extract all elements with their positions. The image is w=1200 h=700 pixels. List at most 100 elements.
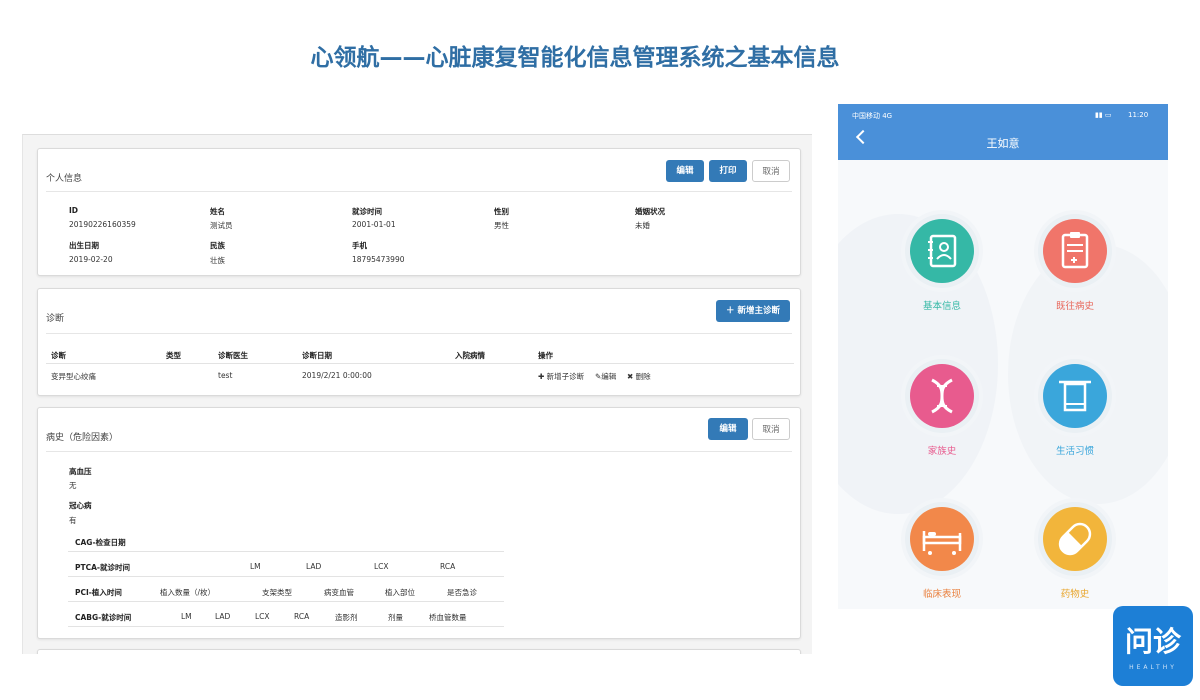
next-card: [37, 649, 801, 654]
phone-header: 中国移动 4G ▮▮ ▭ 11:20 王如意: [838, 104, 1168, 160]
cabg-col: RCA: [294, 612, 310, 621]
cabg-col: LAD: [215, 612, 231, 621]
pci-col: 植入部位: [385, 588, 415, 597]
app-logo: 问诊 HEALTHY: [1113, 606, 1193, 686]
ptca-col: LCX: [374, 562, 389, 571]
divider: [46, 333, 792, 334]
hypertension-value: 无: [69, 481, 77, 490]
row-line: [68, 626, 504, 627]
tile-basic-info[interactable]: 基本信息: [895, 214, 985, 324]
col-type: 类型: [166, 351, 181, 360]
diagnosis-card: 诊断 ＋ 新增主诊断 诊断 类型 诊断医生 诊断日期 入院病情 操作 变异型心绞…: [37, 288, 801, 396]
cabg-col: 剂量: [388, 613, 403, 622]
row-diagnosis: 变异型心绞痛: [51, 372, 96, 381]
cabg-col: LM: [181, 612, 192, 621]
phone-label: 手机: [352, 241, 367, 250]
page-title: 心领航——心脏康复智能化信息管理系统之基本信息: [310, 45, 840, 71]
tile-label: 药物史: [1060, 589, 1090, 600]
tile-past-history[interactable]: 既往病史: [1028, 214, 1118, 324]
edit-diagnosis-link[interactable]: ✎编辑: [595, 371, 616, 382]
signal-battery-icon: ▮▮ ▭: [1095, 111, 1112, 119]
cabg-col: LCX: [255, 612, 270, 621]
phone-value: 18795473990: [352, 255, 405, 264]
ethnicity-label: 民族: [210, 241, 225, 250]
ptca-col: LAD: [306, 562, 322, 571]
personal-info-card: 个人信息 编辑 打印 取消 ID 20190226160359 姓名 测试员 就…: [37, 148, 801, 276]
diagnosis-title: 诊断: [46, 314, 65, 324]
ptca-label: PTCA-就诊时间: [75, 563, 131, 572]
web-panel: 个人信息 编辑 打印 取消 ID 20190226160359 姓名 测试员 就…: [22, 134, 812, 654]
cabg-label: CABG-就诊时间: [75, 613, 132, 622]
visit-time-label: 就诊时间: [352, 207, 382, 216]
clipboard-icon: [1043, 219, 1107, 283]
divider: [46, 191, 792, 192]
tile-label: 基本信息: [922, 301, 961, 312]
id-label: ID: [69, 206, 79, 215]
tile-lifestyle[interactable]: 生活习惯: [1028, 359, 1118, 469]
tile-drug-history[interactable]: 药物史: [1028, 502, 1118, 609]
id-value: 20190226160359: [69, 220, 136, 229]
history-cancel-button[interactable]: 取消: [752, 418, 790, 440]
cancel-button[interactable]: 取消: [752, 160, 790, 182]
pci-col: 植入数量（/枚）: [160, 588, 216, 597]
plus-icon: ＋: [726, 306, 738, 316]
pci-col: 支架类型: [262, 588, 292, 597]
towel-icon: [1043, 364, 1107, 428]
delete-diagnosis-link[interactable]: ✖ 删除: [627, 371, 651, 382]
col-doctor: 诊断医生: [218, 351, 248, 360]
row-date: 2019/2/21 0:00:00: [302, 371, 372, 380]
name-value: 测试员: [210, 221, 233, 230]
table-header-line: [46, 363, 794, 364]
name-label: 姓名: [210, 207, 225, 216]
cag-label: CAG-检查日期: [75, 538, 126, 547]
divider: [46, 451, 792, 452]
add-main-diagnosis-label: 新增主诊断: [737, 306, 780, 316]
patient-name: 王如意: [986, 137, 1020, 150]
icon-ring: [905, 502, 979, 576]
gender-value: 男性: [494, 221, 509, 230]
col-actions: 操作: [538, 351, 553, 360]
icon-ring: [1038, 214, 1112, 288]
icon-ring: [1038, 359, 1112, 433]
row-line: [68, 601, 504, 602]
visit-time-value: 2001-01-01: [352, 220, 396, 229]
add-sub-label: 新增子诊断: [546, 372, 585, 381]
tile-label: 生活习惯: [1055, 446, 1094, 457]
row-line: [68, 576, 504, 577]
pci-col: 病变血管: [324, 588, 354, 597]
carrier: 中国移动 4G: [852, 112, 893, 120]
print-button[interactable]: 打印: [709, 160, 747, 182]
edit-label: 编辑: [601, 372, 617, 381]
delete-label: 删除: [635, 372, 651, 381]
tile-label: 家族史: [927, 446, 957, 457]
gender-label: 性别: [494, 207, 509, 216]
dna-icon: [910, 364, 974, 428]
cabg-col: 造影剂: [335, 613, 358, 622]
history-edit-button[interactable]: 编辑: [708, 418, 748, 440]
tile-label: 临床表现: [922, 589, 961, 600]
tile-clinical[interactable]: 临床表现: [895, 502, 985, 609]
icon-ring: [905, 214, 979, 288]
marital-value: 未婚: [635, 221, 650, 230]
icon-ring: [1038, 502, 1112, 576]
tile-label: 既往病史: [1055, 301, 1094, 312]
chd-value: 有: [69, 516, 77, 525]
marital-label: 婚姻状况: [635, 207, 665, 216]
col-diagnosis: 诊断: [51, 351, 66, 360]
ethnicity-value: 壮族: [210, 256, 225, 265]
phone-screen: 中国移动 4G ▮▮ ▭ 11:20 王如意 基本信息 既往病史 家族史 生活习…: [838, 104, 1168, 609]
history-title: 病史（危险因素）: [46, 433, 119, 443]
edit-button[interactable]: 编辑: [666, 160, 704, 182]
clock: 11:20: [1128, 111, 1149, 119]
pci-label: PCI-植入时间: [75, 588, 122, 597]
tile-family-history[interactable]: 家族史: [895, 359, 985, 469]
birth-value: 2019-02-20: [69, 255, 113, 264]
icon-ring: [905, 359, 979, 433]
plus-icon: ✚: [538, 372, 547, 381]
personal-info-title: 个人信息: [46, 174, 83, 184]
ptca-col: LM: [250, 562, 261, 571]
add-sub-diagnosis-link[interactable]: ✚ 新增子诊断: [538, 371, 584, 382]
add-main-diagnosis-button[interactable]: ＋ 新增主诊断: [716, 300, 790, 322]
col-condition: 入院病情: [455, 351, 485, 360]
row-doctor: test: [218, 371, 233, 380]
